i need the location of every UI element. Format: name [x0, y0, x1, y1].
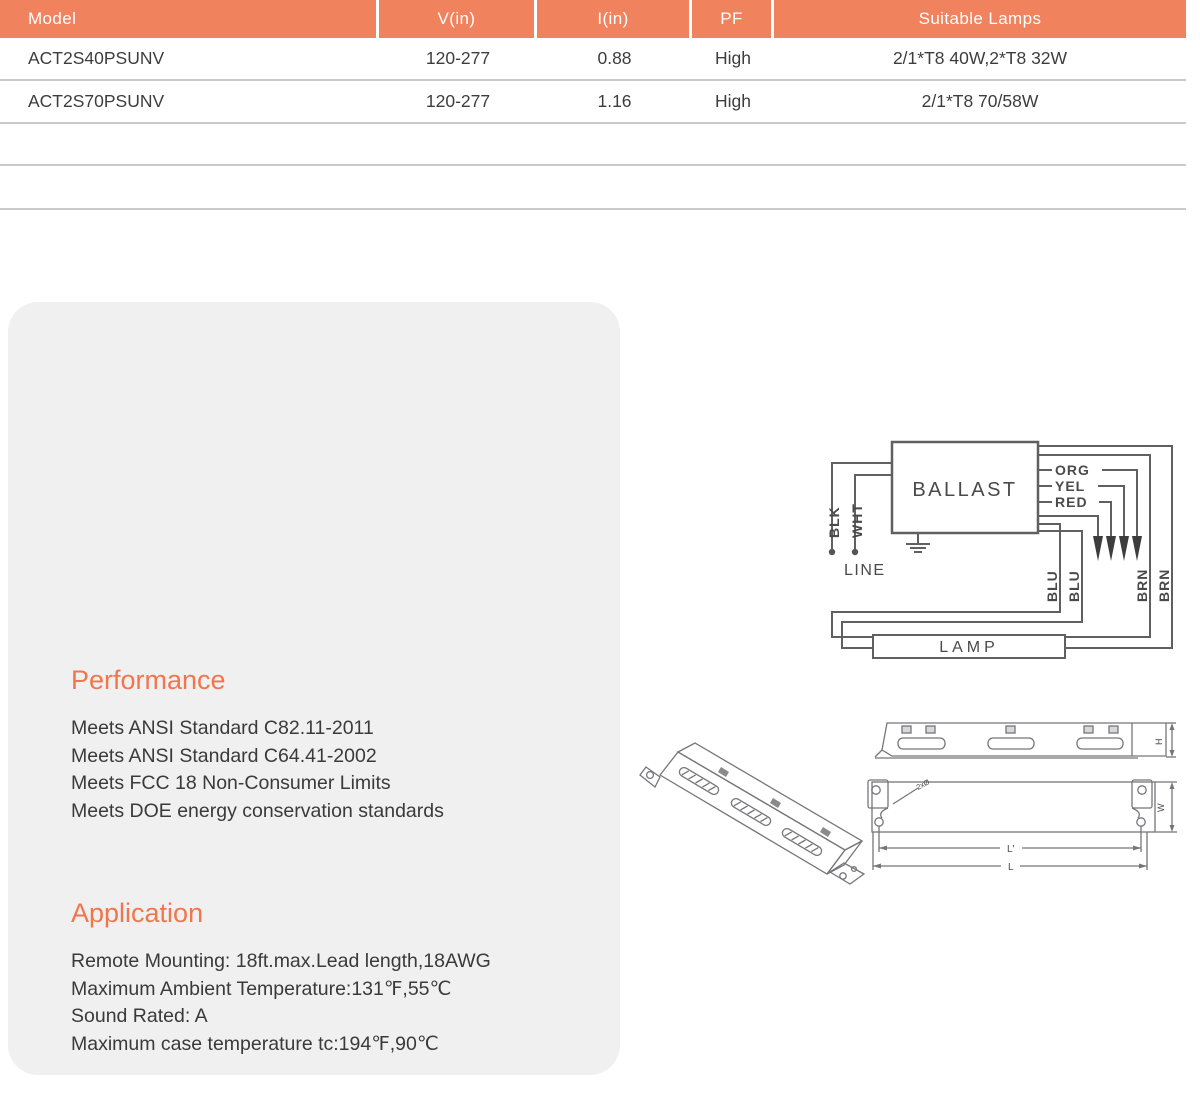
ballast-label: BALLAST: [912, 479, 1017, 501]
performance-title: Performance: [71, 665, 226, 696]
wiring-diagram: BALLAST BLK WHT LINE BRN BRN ORG YEL RED: [800, 430, 1190, 670]
info-card: Performance Meets ANSI Standard C82.11-2…: [8, 302, 620, 1075]
dimension-drawings: H 2xØ W L': [630, 700, 1190, 885]
red-label: RED: [1055, 494, 1088, 510]
table-row: ACT2S40PSUNV 120-277 0.88 High 2/1*T8 40…: [0, 38, 1186, 81]
blu-wire-inner: [832, 524, 1060, 637]
blk-label: BLK: [826, 506, 842, 538]
vent-slot: [678, 766, 720, 796]
yel-label: YEL: [1055, 478, 1085, 494]
plan-view: 2xØ W L' L: [868, 777, 1177, 873]
inner-length-dim-label: L': [1007, 844, 1015, 855]
application-title: Application: [71, 898, 203, 929]
mounting-tabs: [902, 726, 1118, 733]
height-dim-label: H: [1154, 739, 1164, 746]
spec-table: Model V(in) I(in) PF Suitable Lamps ACT2…: [0, 0, 1186, 210]
spec-table-header-row: Model V(in) I(in) PF Suitable Lamps: [0, 0, 1186, 38]
wht-label: WHT: [849, 503, 865, 538]
line-terminal-dot: [852, 549, 858, 555]
lamp-label: LAMP: [939, 639, 999, 656]
cell-iin: 1.16: [537, 81, 692, 122]
width-dim-label: W: [1156, 803, 1166, 812]
red-wire: [1099, 502, 1111, 536]
cell-model: ACT2S40PSUNV: [0, 38, 379, 79]
aux-wire: [1038, 516, 1098, 536]
cell-iin: 0.88: [537, 38, 692, 79]
cell-vin: 120-277: [379, 38, 537, 79]
profile-view: H: [875, 723, 1176, 758]
ground-icon: [906, 533, 930, 552]
cell-pf: High: [692, 81, 774, 122]
vent-slot: [730, 797, 772, 827]
table-row: ACT2S70PSUNV 120-277 1.16 High 2/1*T8 70…: [0, 81, 1186, 124]
col-header-model: Model: [0, 0, 376, 38]
table-row-empty: [0, 124, 1186, 166]
cell-vin: 120-277: [379, 81, 537, 122]
line-label: LINE: [844, 562, 886, 579]
cell-pf: High: [692, 38, 774, 79]
line-terminal-dot: [829, 549, 835, 555]
performance-text: Meets ANSI Standard C82.11-2011 Meets AN…: [71, 715, 444, 825]
brn-label: BRN: [1134, 569, 1150, 602]
hole-leader-line: [893, 788, 918, 804]
application-text: Remote Mounting: 18ft.max.Lead length,18…: [71, 948, 491, 1058]
connector-arrows: [1093, 536, 1142, 561]
col-header-vin: V(in): [379, 0, 534, 38]
datasheet-page: Model V(in) I(in) PF Suitable Lamps ACT2…: [0, 0, 1200, 1110]
org-label: ORG: [1055, 462, 1090, 478]
blu-label: BLU: [1044, 570, 1060, 602]
blu-label: BLU: [1066, 570, 1082, 602]
isometric-view: [640, 743, 864, 884]
hole-note: 2xØ: [915, 777, 932, 791]
col-header-pf: PF: [692, 0, 771, 38]
vent-slot: [781, 827, 823, 857]
top-clips: [718, 767, 831, 837]
table-row-empty: [0, 166, 1186, 210]
col-header-iin: I(in): [537, 0, 689, 38]
brn-label: BRN: [1156, 569, 1172, 602]
cell-lamps: 2/1*T8 70/58W: [774, 81, 1186, 122]
col-header-suitable-lamps: Suitable Lamps: [774, 0, 1186, 38]
length-dim-label: L: [1008, 862, 1014, 873]
cell-lamps: 2/1*T8 40W,2*T8 32W: [774, 38, 1186, 79]
cell-model: ACT2S70PSUNV: [0, 81, 379, 122]
